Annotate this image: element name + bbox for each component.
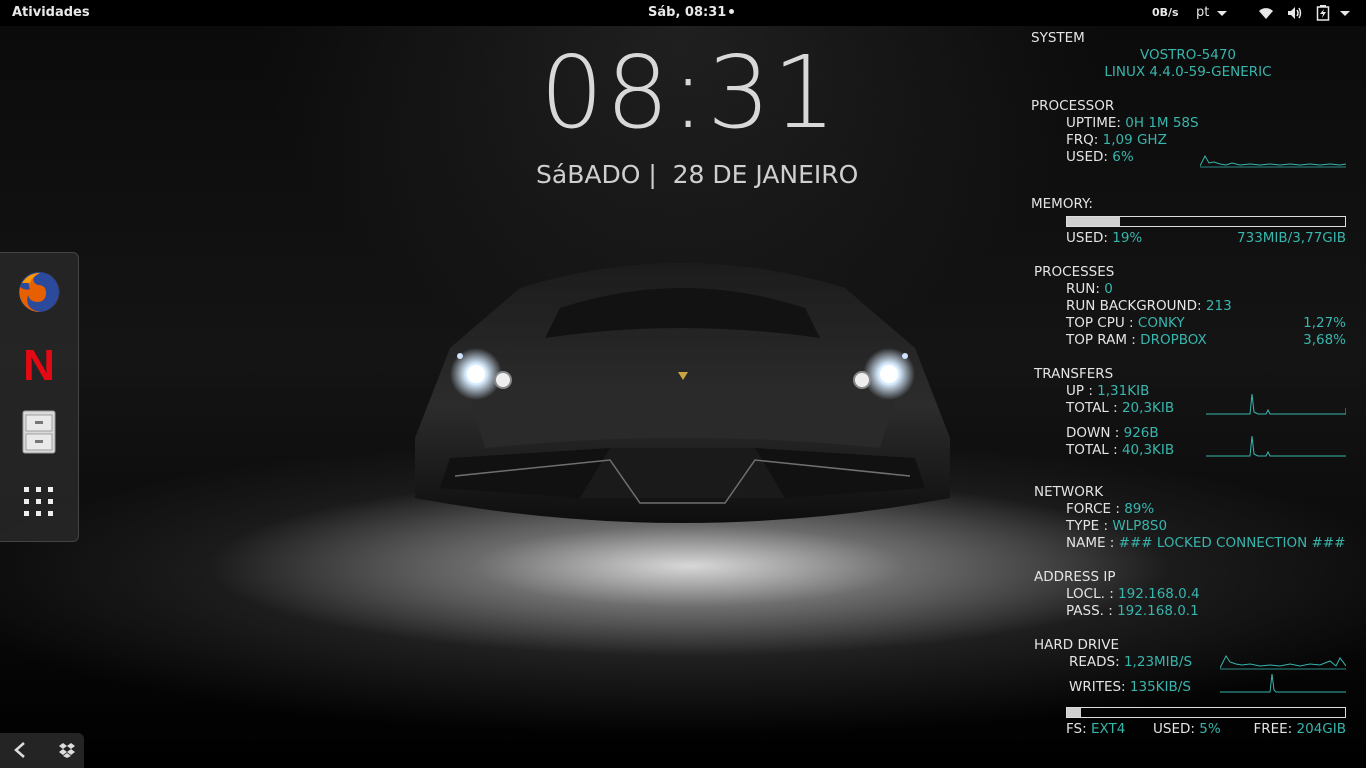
activities-button[interactable]: Atividades <box>12 5 90 20</box>
disk-used-label: USED: <box>1153 721 1195 737</box>
message-tray <box>0 733 84 768</box>
dropbox-icon[interactable] <box>58 741 76 763</box>
netflix-logo-letter: N <box>23 341 55 385</box>
fs-label: FS: <box>1066 721 1087 737</box>
up-label: UP : <box>1066 383 1093 399</box>
cpu-used-label: USED: <box>1066 149 1108 165</box>
run-label: RUN: <box>1066 281 1100 297</box>
gateway-ip-label: PASS. : <box>1066 603 1113 619</box>
frq-label: FRQ: <box>1066 132 1099 148</box>
down-value: 926B <box>1123 425 1159 441</box>
top-ram-value: 3,68% <box>1303 332 1346 348</box>
top-ram-label: TOP RAM : <box>1066 332 1136 348</box>
system-header: SYSTEM <box>1031 30 1085 46</box>
cpu-used-value: 6% <box>1112 149 1134 165</box>
topbar-clock-text: Sáb, 08:31 <box>648 5 727 20</box>
hostname: VOSTRO-5470 <box>1139 47 1237 63</box>
reads-label: READS: <box>1069 654 1120 670</box>
processor-header: PROCESSOR <box>1031 98 1115 114</box>
desktop-date: SáBADO | 28 DE JANEIRO <box>536 160 859 189</box>
firefox-icon[interactable] <box>16 269 62 315</box>
back-arrow-icon[interactable] <box>12 741 28 763</box>
uptime-label: UPTIME: <box>1066 115 1121 131</box>
run-bg-label: RUN BACKGROUND: <box>1066 298 1202 314</box>
up-value: 1,31KIB <box>1097 383 1150 399</box>
disk-write-graph <box>1220 673 1346 693</box>
memory-bar <box>1066 216 1346 227</box>
memory-bar-fill <box>1067 217 1120 226</box>
wifi-icon[interactable] <box>1258 5 1274 25</box>
disk-used-value: 5% <box>1199 721 1221 737</box>
run-bg-value: 213 <box>1205 298 1232 314</box>
reads-value: 1,23MIB/S <box>1123 654 1193 670</box>
force-label: FORCE : <box>1066 501 1120 517</box>
disk-free-label: FREE: <box>1253 721 1293 737</box>
system-menu-chevron-icon[interactable] <box>1340 11 1350 16</box>
gateway-ip-value: 192.168.0.1 <box>1117 603 1199 619</box>
topbar-clock[interactable]: Sáb, 08:31 <box>648 5 735 20</box>
name-value: ### LOCKED CONNECTION ### <box>1118 535 1346 551</box>
local-ip-label: LOCL. : <box>1066 586 1114 602</box>
mem-used-label: USED: <box>1066 230 1108 246</box>
up-total-value: 20,3KIB <box>1121 400 1175 416</box>
top-cpu-value: 1,27% <box>1303 315 1346 331</box>
dash-dock: N <box>0 252 79 542</box>
down-total-label: TOTAL : <box>1066 442 1118 458</box>
network-header: NETWORK <box>1034 484 1104 500</box>
volume-icon[interactable] <box>1286 5 1302 25</box>
net-speed-indicator[interactable]: 0B/s <box>1152 6 1179 19</box>
address-header: ADDRESS IP <box>1034 569 1116 585</box>
local-ip-value: 192.168.0.4 <box>1118 586 1200 602</box>
uptime-value: 0H 1M 58S <box>1125 115 1199 131</box>
down-total-value: 40,3KIB <box>1121 442 1175 458</box>
desktop-clock: 08:31 <box>540 34 839 151</box>
notification-dot <box>729 9 735 14</box>
hard-drive-header: HARD DRIVE <box>1034 637 1119 653</box>
conky-monitor: SYSTEM VOSTRO-5470 LINUX 4.4.0-59-GENERI… <box>1020 26 1366 768</box>
memory-header: MEMORY: <box>1031 196 1093 212</box>
files-icon[interactable] <box>16 409 62 455</box>
download-graph <box>1206 435 1346 457</box>
battery-icon[interactable] <box>1316 5 1330 25</box>
frq-value: 1,09 GHZ <box>1102 132 1167 148</box>
fs-value: EXT4 <box>1090 721 1126 737</box>
cpu-graph <box>1200 154 1346 168</box>
mem-amount: 733MIB/3,77GIB <box>1237 230 1346 246</box>
kernel-version: LINUX 4.4.0-59-GENERIC <box>1104 64 1272 80</box>
disk-usage-bar <box>1066 707 1346 718</box>
writes-value: 135KIB/S <box>1129 679 1191 695</box>
disk-free-value: 204GIB <box>1296 721 1346 737</box>
chevron-down-icon[interactable] <box>1217 11 1227 16</box>
upload-graph <box>1206 393 1346 415</box>
app-grid-icon[interactable] <box>16 479 62 525</box>
mem-used-value: 19% <box>1112 230 1143 246</box>
car-image <box>415 263 950 523</box>
top-cpu-label: TOP CPU : <box>1066 315 1134 331</box>
netflix-icon[interactable]: N <box>16 339 62 390</box>
transfers-header: TRANSFERS <box>1034 366 1114 382</box>
disk-read-graph <box>1220 655 1346 670</box>
name-label: NAME : <box>1066 535 1115 551</box>
writes-label: WRITES: <box>1069 679 1126 695</box>
type-label: TYPE : <box>1066 518 1109 534</box>
top-bar: Atividades Sáb, 08:31 0B/s pt <box>0 0 1366 26</box>
processes-header: PROCESSES <box>1034 264 1115 280</box>
top-cpu-process: CONKY <box>1137 315 1185 331</box>
force-value: 89% <box>1124 501 1155 517</box>
language-selector[interactable]: pt <box>1196 5 1209 20</box>
run-value: 0 <box>1104 281 1113 297</box>
type-value: WLP8S0 <box>1112 518 1168 534</box>
top-ram-process: DROPBOX <box>1140 332 1207 348</box>
disk-usage-bar-fill <box>1067 708 1081 717</box>
down-label: DOWN : <box>1066 425 1120 441</box>
up-total-label: TOTAL : <box>1066 400 1118 416</box>
